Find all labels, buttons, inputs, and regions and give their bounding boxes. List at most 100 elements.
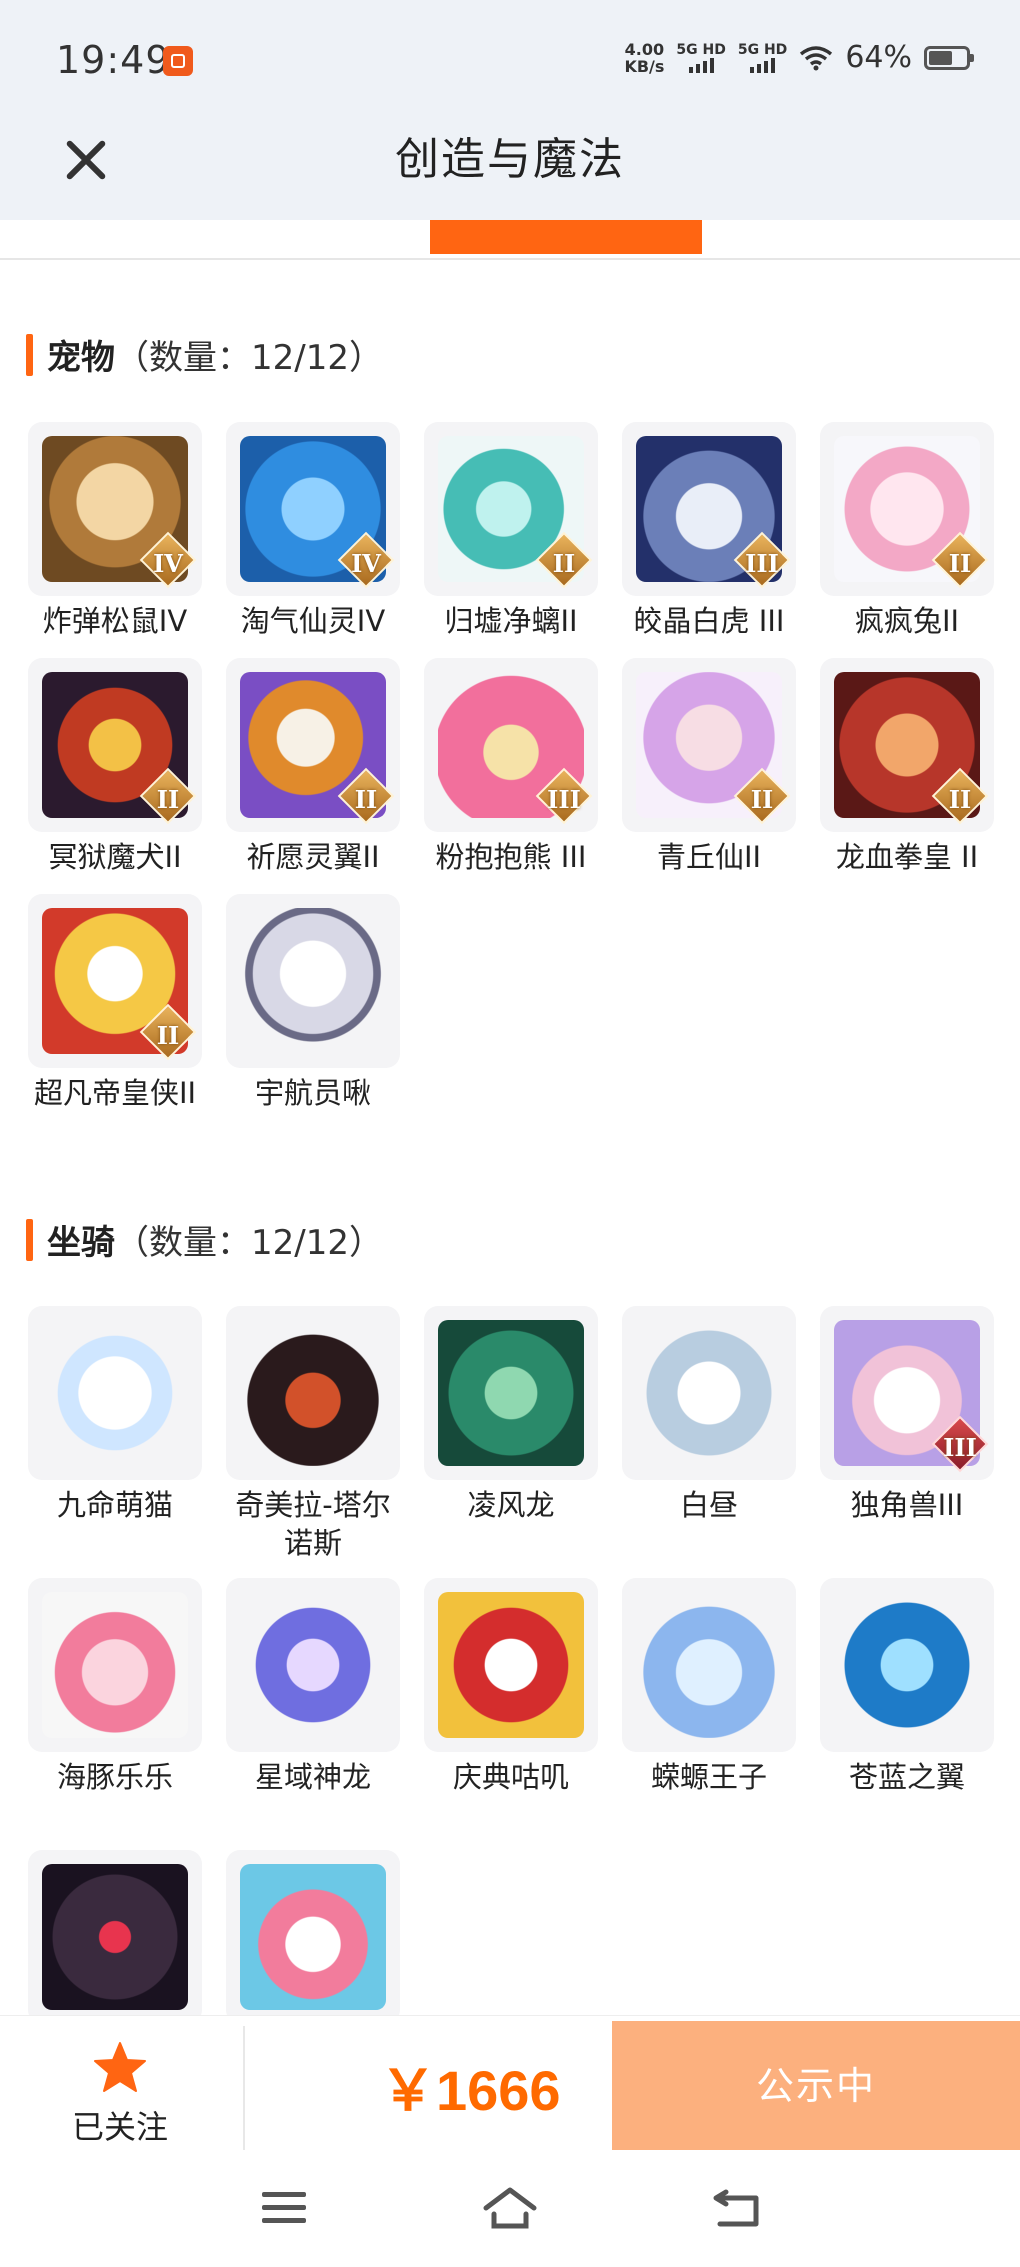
pet-name: 皎晶白虎 III (633, 604, 785, 638)
mount-item[interactable]: 蝾螈王子 (620, 1578, 798, 1796)
mount-item[interactable]: 凌风龙 (422, 1306, 600, 1524)
public-status-button[interactable]: 公示中 (612, 2021, 1020, 2151)
mount-item[interactable]: III 独角兽III (818, 1306, 996, 1524)
mount-name: 蝾螈王子 (650, 1760, 767, 1794)
mount-item[interactable]: 追梦陆行鸟 (224, 1850, 402, 2015)
dark-dragon-image (42, 1864, 188, 2010)
pet-thumbnail: II (424, 422, 598, 596)
pet-item[interactable]: III 皎晶白虎 III (620, 422, 798, 640)
pet-item[interactable]: IV 淘气仙灵IV (224, 422, 402, 640)
mount-thumbnail (28, 1306, 202, 1480)
tier-badge-label: III (745, 549, 779, 578)
tier-badge-label: III (547, 785, 581, 814)
pet-name: 归墟净螭II (444, 604, 578, 638)
pets-section-title: 宠物 (47, 338, 115, 378)
pet-item[interactable]: II 青丘仙II (620, 658, 798, 876)
pet-item[interactable]: III 粉抱抱熊 III (422, 658, 600, 876)
pet-item[interactable]: II 归墟净螭II (422, 422, 600, 640)
mount-item[interactable]: 海豚乐乐 (26, 1578, 204, 1796)
tier-badge-label: II (948, 785, 972, 814)
mount-thumbnail (622, 1578, 796, 1752)
section-accent-bar (26, 333, 33, 376)
green-dragon-image (438, 1320, 584, 1466)
page-title: 创造与魔法 (395, 134, 625, 185)
mount-name: 凌风龙 (467, 1488, 555, 1522)
tab-strip (0, 220, 1020, 260)
pet-item[interactable]: II 祈愿灵翼II (224, 658, 402, 876)
pet-name: 祈愿灵翼II (246, 840, 380, 874)
tier-badge-label: II (354, 785, 378, 814)
mounts-section-title: 坐骑 (47, 1223, 115, 1263)
menu-icon[interactable] (254, 2184, 314, 2232)
mount-name: 独角兽III (850, 1488, 964, 1522)
mount-item[interactable]: 星域神龙 (224, 1578, 402, 1796)
mount-item[interactable]: 九命萌猫 (26, 1306, 204, 1524)
pet-item[interactable]: II 疯疯兔II (818, 422, 996, 640)
follow-button[interactable]: 已关注 (40, 2040, 200, 2148)
pet-thumbnail: II (28, 658, 202, 832)
penguin-image (438, 1592, 584, 1738)
active-tab-indicator[interactable] (430, 220, 702, 254)
signal-sim2-icon: 5G HD (738, 43, 787, 73)
system-nav-bar (0, 2150, 1020, 2267)
pet-name: 疯疯兔II (854, 604, 960, 638)
pet-name: 粉抱抱熊 III (435, 840, 587, 874)
tier-badge-label: II (156, 785, 180, 814)
mount-thumbnail (820, 1578, 994, 1752)
mount-item[interactable]: 庆典咕叽 (422, 1578, 600, 1796)
axolotl-image (636, 1592, 782, 1738)
star-icon (94, 2042, 146, 2092)
pet-item[interactable]: II 龙血拳皇 II (818, 658, 996, 876)
dolphin-image (42, 1592, 188, 1738)
pet-thumbnail: II (820, 422, 994, 596)
mount-item[interactable]: 苍蓝之翼 (818, 1578, 996, 1796)
mount-name: 星域神龙 (254, 1760, 371, 1794)
mount-item[interactable]: 奇美拉-塔尔诺斯 (224, 1306, 402, 1562)
pet-name: 冥狱魔犬II (48, 840, 182, 874)
signal-sim1-icon: 5G HD (676, 43, 726, 73)
status-time: 19:49 (56, 38, 171, 82)
flamingo-image (240, 1864, 386, 2010)
status-bar: 19:49 4.00 KB/s 5G HD 5G HD 64% (0, 0, 1020, 120)
blue-dragon-image (834, 1592, 980, 1738)
pet-item[interactable]: 宇航员啾 (224, 894, 402, 1112)
chimera-image (240, 1320, 386, 1466)
battery-icon (924, 45, 974, 70)
white-dragon-image (636, 1320, 782, 1466)
tier-badge-label: II (552, 549, 576, 578)
pet-name: 宇航员啾 (254, 1076, 371, 1110)
tier-badge-label: II (948, 549, 972, 578)
divider (243, 2026, 245, 2151)
pet-thumbnail: IV (226, 422, 400, 596)
pet-name: 超凡帝皇侠II (33, 1076, 197, 1110)
home-icon[interactable] (480, 2184, 540, 2232)
pet-item[interactable]: IV 炸弹松鼠IV (26, 422, 204, 640)
section-accent-bar (26, 1218, 33, 1261)
pet-name: 炸弹松鼠IV (42, 604, 188, 638)
mount-thumbnail: III (820, 1306, 994, 1480)
mount-thumbnail (28, 1578, 202, 1752)
mount-item[interactable]: 白昼 (620, 1306, 798, 1524)
tier-badge-label: II (156, 1021, 180, 1050)
mount-item[interactable]: 尼德霍格 (26, 1850, 204, 2015)
pet-thumbnail: II (622, 658, 796, 832)
mounts-grid: 九命萌猫 奇美拉-塔尔诺斯 凌风龙 白昼 III 独角兽III 海豚乐乐 星域神龙 庆典咕叽 蝾螈… (26, 1306, 998, 2015)
mount-thumbnail (424, 1306, 598, 1480)
star-dragon-image (240, 1592, 386, 1738)
mount-name: 海豚乐乐 (56, 1760, 173, 1794)
mounts-section-count: （数量：12/12） (115, 1223, 383, 1263)
tier-badge-label: IV (153, 549, 183, 578)
pets-grid: IV 炸弹松鼠IV IV 淘气仙灵IV II 归墟净螭II III 皎晶白虎 III II 疯疯兔… (26, 422, 998, 1142)
white-cat-image (42, 1320, 188, 1466)
mount-name: 庆典咕叽 (452, 1760, 569, 1794)
pet-name: 龙血拳皇 II (835, 840, 979, 874)
pet-item[interactable]: II 冥狱魔犬II (26, 658, 204, 876)
pet-thumbnail: II (28, 894, 202, 1068)
page-header: 创造与魔法 (0, 120, 1020, 220)
tier-badge-label: II (750, 785, 774, 814)
pet-item[interactable]: II 超凡帝皇侠II (26, 894, 204, 1112)
back-icon[interactable] (708, 2184, 768, 2232)
follow-label: 已关注 (71, 2108, 168, 2146)
network-speed: 4.00 KB/s (624, 39, 665, 76)
pet-thumbnail: II (820, 658, 994, 832)
